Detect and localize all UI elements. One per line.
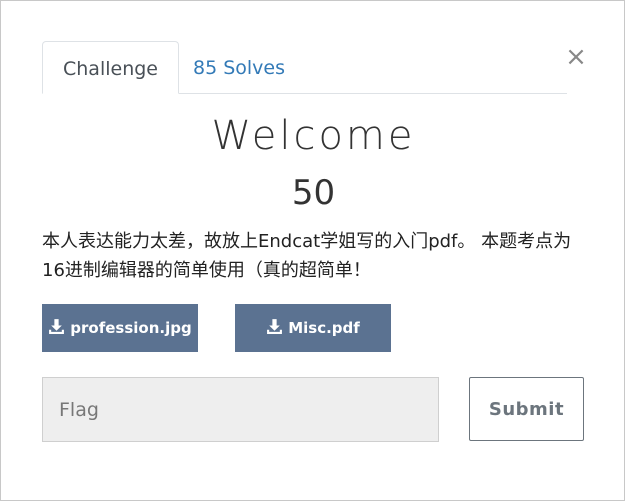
challenge-title: Welcome bbox=[211, 113, 416, 159]
challenge-description: 本人表达能力太差，故放上Endcat学姐写的入门pdf。 本题考点为16进制编辑… bbox=[42, 231, 572, 281]
close-button[interactable]: × bbox=[565, 41, 587, 73]
download-icon bbox=[267, 319, 283, 334]
challenge-modal: × Challenge 85 Solves Welcome 50 本人表达能力太… bbox=[0, 0, 625, 501]
file-label: profession.jpg bbox=[70, 319, 192, 337]
download-misc-button[interactable]: Misc.pdf bbox=[235, 304, 391, 352]
tab-solves[interactable]: 85 Solves bbox=[173, 41, 305, 93]
tab-challenge[interactable]: Challenge bbox=[42, 41, 179, 94]
challenge-points: 50 bbox=[291, 173, 336, 213]
download-profession-button[interactable]: profession.jpg bbox=[42, 304, 198, 352]
challenge-tabs: Challenge 85 Solves bbox=[42, 41, 567, 94]
file-label: Misc.pdf bbox=[288, 319, 360, 337]
submit-button[interactable]: Submit bbox=[469, 377, 584, 441]
download-icon bbox=[49, 319, 65, 334]
flag-input[interactable] bbox=[42, 377, 439, 442]
